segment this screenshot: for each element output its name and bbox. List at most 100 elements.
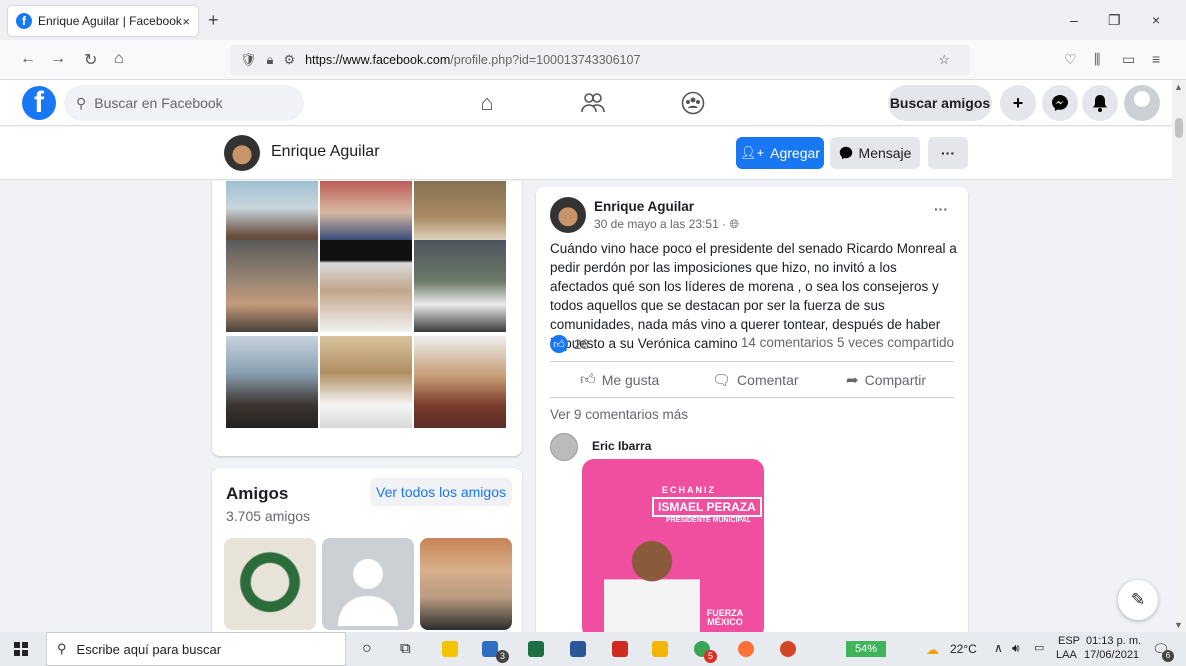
post-reactions[interactable]: 👍︎ 28 xyxy=(550,335,589,353)
post-author-name[interactable]: Enrique Aguilar xyxy=(594,199,694,214)
comment-button[interactable]: 🗨︎ Comentar xyxy=(712,371,799,389)
menu-icon[interactable]: ≡ xyxy=(1152,51,1160,67)
scrollbar-thumb[interactable] xyxy=(1175,118,1183,138)
back-arrow-icon[interactable]: ← xyxy=(20,50,36,68)
home-icon[interactable]: ⌂ xyxy=(114,50,124,68)
tab-close-icon[interactable]: × xyxy=(182,14,190,29)
thumbs-up-icon: 👍︎ xyxy=(580,371,596,388)
messenger-icon[interactable] xyxy=(1042,85,1078,121)
new-message-button[interactable]: ✎ xyxy=(1118,580,1158,620)
cortana-icon[interactable]: ○ xyxy=(362,640,372,658)
network-icon[interactable]: ▭ xyxy=(1034,641,1044,654)
find-friends-button[interactable]: Buscar amigos xyxy=(888,85,992,121)
volume-icon[interactable]: 🔊︎ xyxy=(1012,641,1020,656)
share-button[interactable]: ➦ Compartir xyxy=(846,371,926,389)
friends-nav-icon[interactable] xyxy=(576,88,610,118)
url-bar[interactable]: 🛡︎ 🔒︎ ⚙︎ https://www.facebook.com/profil… xyxy=(230,45,970,75)
friend-avatar[interactable] xyxy=(322,538,414,630)
view-more-comments-link[interactable]: Ver 9 comentarios más xyxy=(550,407,688,422)
messenger-icon xyxy=(839,146,852,160)
groups-nav-icon[interactable] xyxy=(676,88,710,118)
browser-tab[interactable]: f Enrique Aguilar | Facebook × xyxy=(8,6,198,36)
scroll-down-icon[interactable]: ▼ xyxy=(1174,620,1183,630)
bookmark-star-icon[interactable]: ☆ xyxy=(938,52,950,68)
weather-icon[interactable]: ☁ xyxy=(926,642,939,658)
windows-taskbar: ⚲ Escribe aquí para buscar ○ ⧉ 3 5 54% ☁… xyxy=(0,632,1186,666)
comment-image[interactable]: ECHANIZ ISMAEL PERAZA PRESIDENTE MUNICIP… xyxy=(582,459,764,632)
sticky-notes-icon[interactable] xyxy=(442,641,458,657)
acrobat-icon[interactable] xyxy=(612,641,628,657)
photos-card xyxy=(212,181,522,456)
friend-avatar[interactable] xyxy=(224,538,316,630)
photo-thumbnail[interactable] xyxy=(226,240,318,332)
weather-temp[interactable]: 22°C xyxy=(950,642,977,656)
photo-thumbnail[interactable] xyxy=(320,336,412,428)
windows-start-icon[interactable] xyxy=(14,642,28,656)
friends-count: 3.705 amigos xyxy=(226,508,311,524)
library-icon[interactable]: ⫼ xyxy=(1094,51,1100,68)
post-author-avatar[interactable] xyxy=(550,197,586,233)
show-hidden-icons[interactable]: ∧ xyxy=(994,641,1003,655)
taskbar-search-input[interactable]: ⚲ Escribe aquí para buscar xyxy=(46,632,346,666)
word-icon[interactable] xyxy=(570,641,586,657)
poster-person xyxy=(604,537,700,632)
photo-thumbnail[interactable] xyxy=(414,336,506,428)
sidebar-icon[interactable]: ▭ xyxy=(1122,51,1135,68)
facebook-logo-icon[interactable]: f xyxy=(22,86,56,120)
language-code[interactable]: ESP xyxy=(1058,635,1080,647)
add-friend-button[interactable]: 👤︎+ Agregar xyxy=(736,137,824,169)
friends-icon xyxy=(581,93,605,113)
excel-icon[interactable] xyxy=(528,641,544,657)
url-text[interactable]: https://www.facebook.com/profile.php?id=… xyxy=(305,53,938,67)
profile-avatar[interactable] xyxy=(224,135,260,171)
post-timestamp[interactable]: 30 de mayo a las 23:51 · 🌐︎ xyxy=(594,217,739,232)
shield-icon[interactable]: 🛡︎ xyxy=(240,52,257,68)
globe-icon: 🌐︎ xyxy=(729,217,740,231)
file-explorer-icon[interactable] xyxy=(652,641,668,657)
commenter-avatar[interactable] xyxy=(550,433,578,461)
see-all-friends-link[interactable]: Ver todos los amigos xyxy=(370,478,512,506)
battery-indicator[interactable]: 54% xyxy=(846,641,886,657)
profile-name[interactable]: Enrique Aguilar xyxy=(271,143,380,161)
more-options-button[interactable]: ··· xyxy=(928,137,968,169)
language-layout[interactable]: LAA xyxy=(1056,649,1077,661)
window-maximize-button[interactable]: ❐ xyxy=(1108,12,1121,29)
friend-avatar[interactable] xyxy=(420,538,512,630)
reload-icon[interactable]: ↻ xyxy=(84,50,97,70)
commenter-name[interactable]: Eric Ibarra xyxy=(592,439,651,453)
clock-date[interactable]: 17/06/2021 xyxy=(1084,649,1139,661)
post-comment-share-stats[interactable]: 14 comentarios 5 veces compartido xyxy=(741,335,954,350)
notifications-bell-icon[interactable] xyxy=(1082,85,1118,121)
add-friend-icon: 👤︎+ xyxy=(740,145,765,160)
permissions-icon[interactable]: ⚙︎ xyxy=(283,52,295,68)
search-icon: ⚲ xyxy=(57,641,67,656)
post-options-button[interactable]: ··· xyxy=(934,201,948,217)
lock-icon[interactable]: 🔒︎ xyxy=(267,52,274,68)
photo-thumbnail[interactable] xyxy=(320,240,412,332)
friends-title[interactable]: Amigos xyxy=(226,484,288,504)
firefox-icon[interactable] xyxy=(738,641,754,657)
account-avatar[interactable] xyxy=(1124,85,1160,121)
clock-time[interactable]: 01:13 p. m. xyxy=(1086,635,1141,647)
share-arrow-icon: ➦ xyxy=(846,372,859,389)
facebook-search-input[interactable]: ⚲ Buscar en Facebook xyxy=(64,85,304,121)
divider xyxy=(550,361,954,362)
message-button[interactable]: Mensaje xyxy=(830,137,920,169)
forward-arrow-icon[interactable]: → xyxy=(50,50,66,68)
powerpoint-icon[interactable] xyxy=(780,641,796,657)
opera-badge: 5 xyxy=(704,650,717,663)
like-reaction-icon: 👍︎ xyxy=(550,335,568,353)
scroll-up-icon[interactable]: ▲ xyxy=(1174,82,1183,92)
photo-thumbnail[interactable] xyxy=(414,240,506,332)
create-button[interactable]: + xyxy=(1000,85,1036,121)
photo-thumbnail[interactable] xyxy=(226,336,318,428)
home-nav-icon[interactable]: ⌂ xyxy=(470,88,504,118)
page-scrollbar[interactable]: ▲ ▼ xyxy=(1172,80,1186,632)
facebook-favicon-icon: f xyxy=(16,13,32,29)
new-tab-button[interactable]: + xyxy=(208,10,219,31)
pocket-icon[interactable]: ♡ xyxy=(1064,51,1077,68)
like-button[interactable]: 👍︎ Me gusta xyxy=(580,371,659,389)
window-minimize-button[interactable]: – xyxy=(1070,12,1078,28)
window-close-button[interactable]: × xyxy=(1152,12,1160,28)
task-view-icon[interactable]: ⧉ xyxy=(400,640,411,657)
